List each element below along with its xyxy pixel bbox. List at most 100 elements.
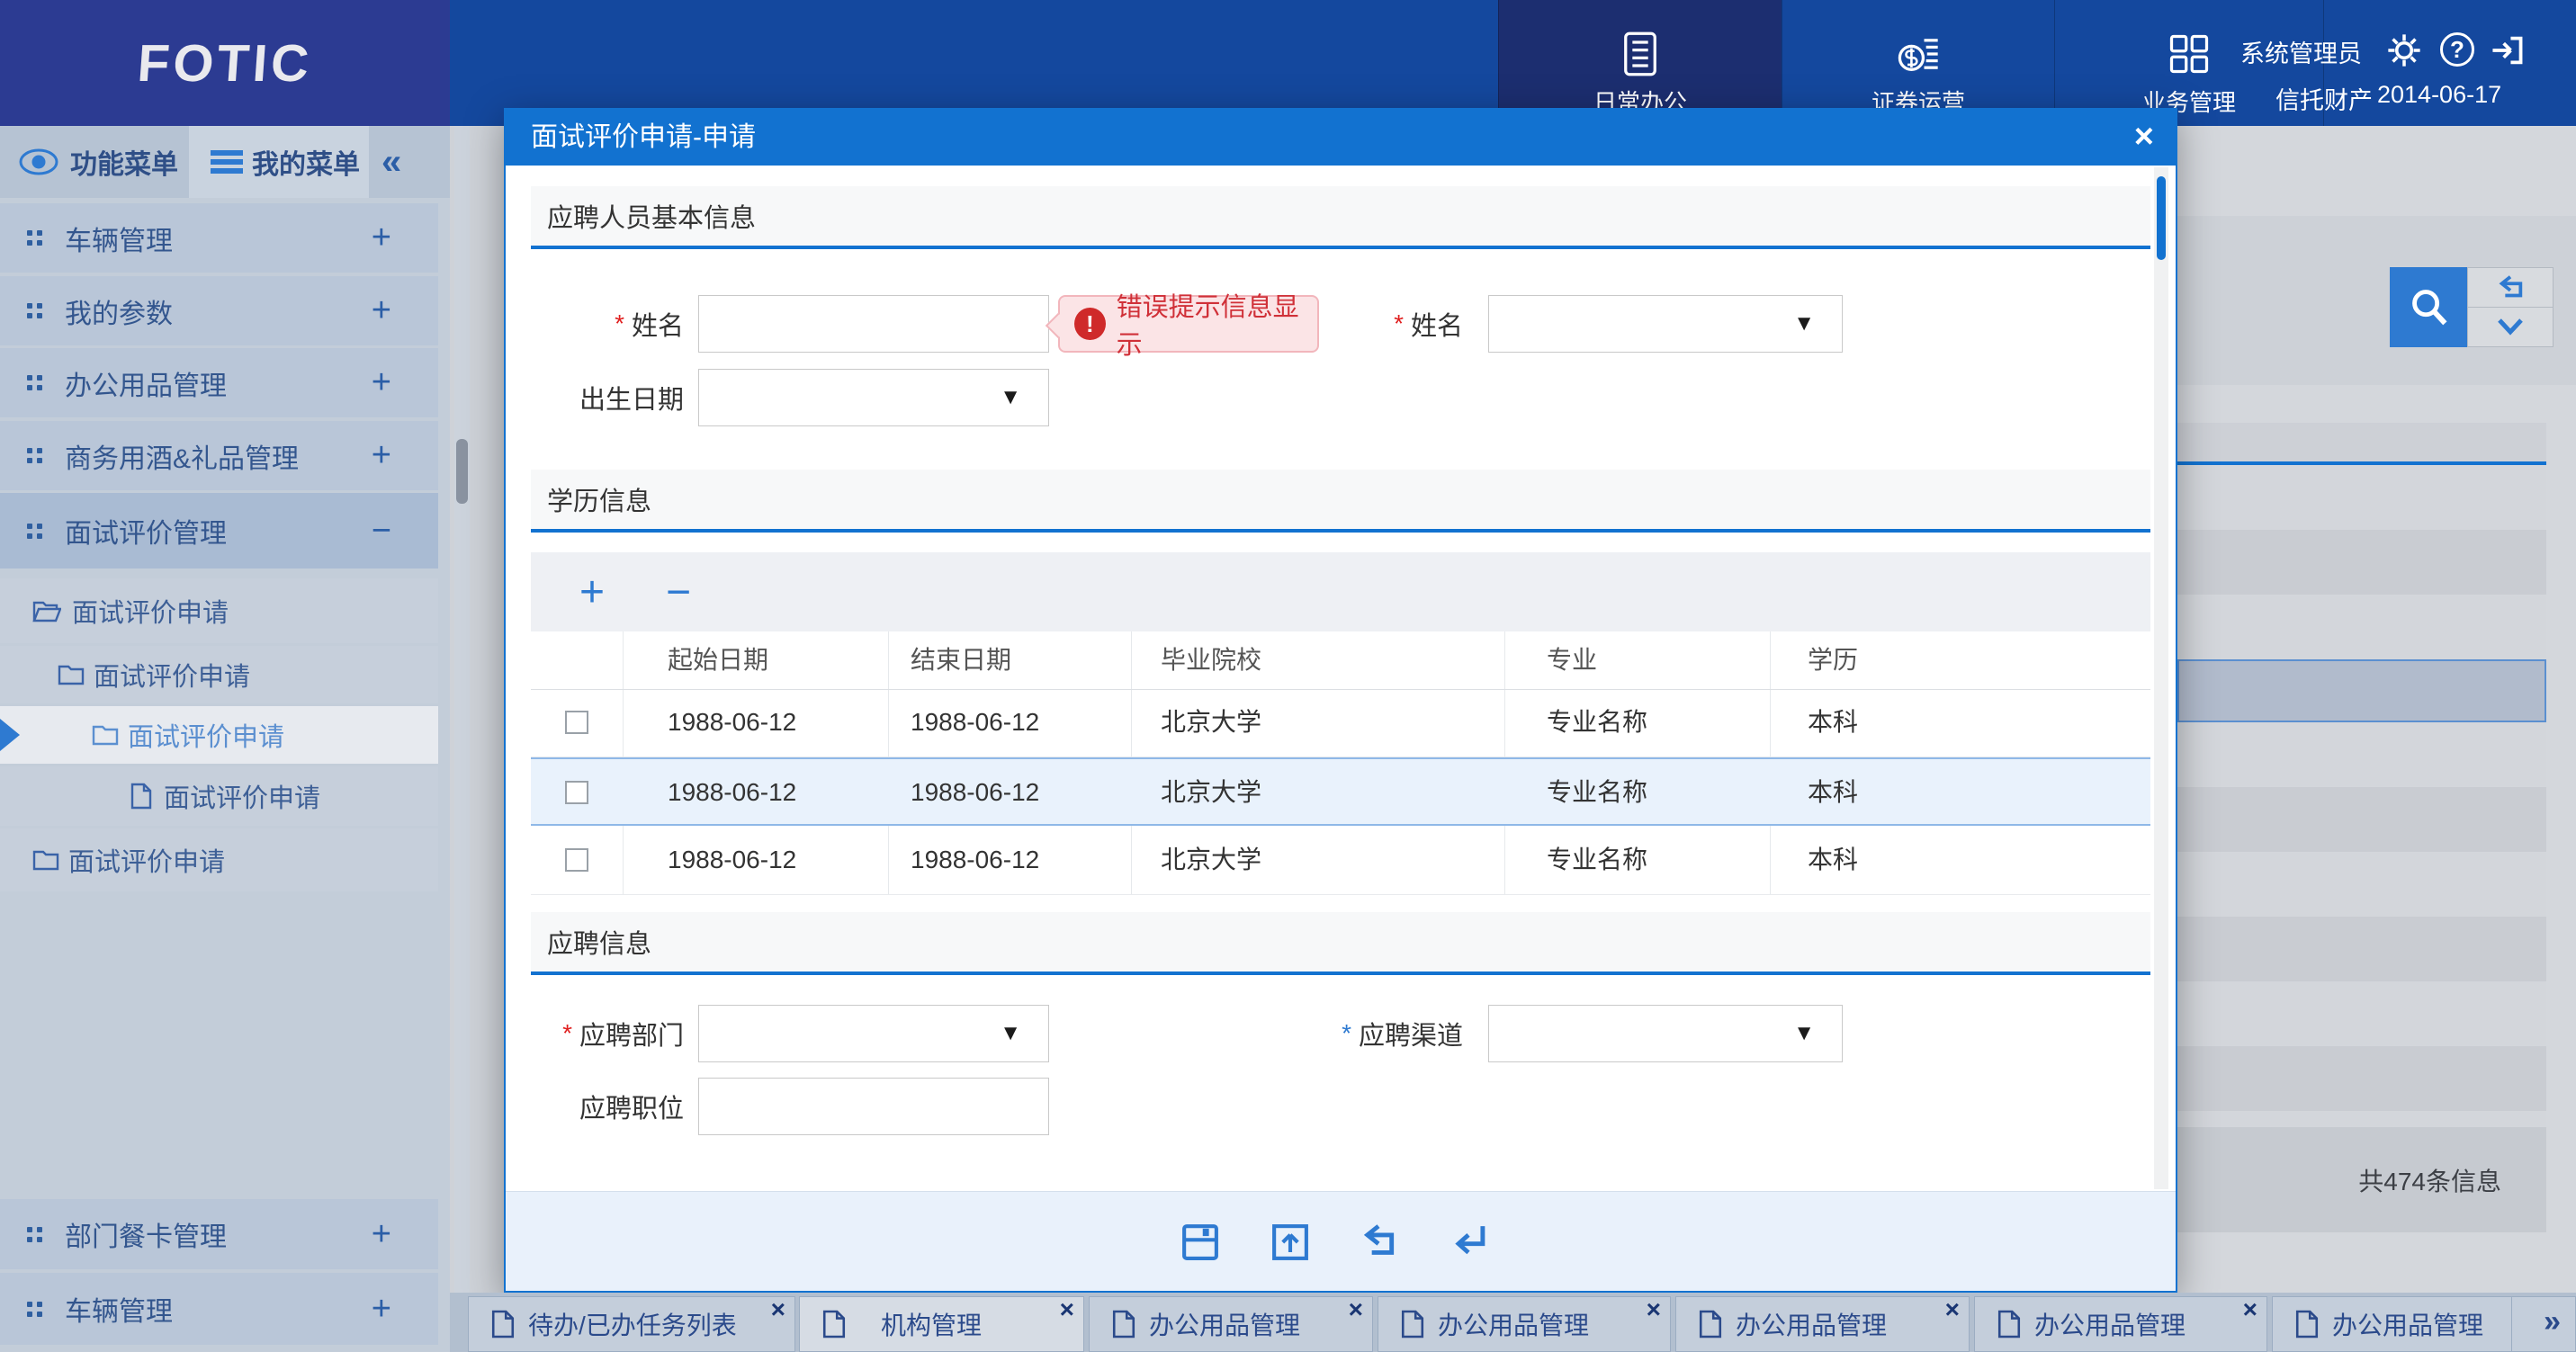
expand-plus-icon[interactable]: + xyxy=(372,1215,391,1254)
logout-icon xyxy=(2489,32,2525,68)
save-button[interactable] xyxy=(1180,1222,1220,1262)
modal-scrollbar-thumb[interactable] xyxy=(2157,176,2166,260)
remove-row-button[interactable]: − xyxy=(650,552,707,631)
tab-close-icon[interactable]: × xyxy=(1647,1295,1661,1324)
tab-function-menu[interactable]: 功能菜单 xyxy=(0,126,189,198)
enter-button[interactable] xyxy=(1449,1222,1488,1262)
modal-close-button[interactable]: × xyxy=(2134,110,2154,164)
apply-position-input[interactable] xyxy=(698,1078,1049,1135)
tree-item-interview-eval-request-4[interactable]: 面试评价申请 xyxy=(0,766,438,826)
name2-select[interactable]: ▼ xyxy=(1488,295,1843,353)
required-marker-blue: * xyxy=(1342,1019,1351,1048)
modal-footer xyxy=(506,1191,2176,1291)
drag-dots-icon xyxy=(27,375,42,390)
task-tab-todo-list[interactable]: 待办/已办任务列表 × xyxy=(468,1296,795,1352)
expand-plus-icon[interactable]: + xyxy=(372,291,391,330)
undo-icon xyxy=(1359,1222,1398,1258)
tab-close-icon[interactable]: × xyxy=(1060,1295,1074,1324)
task-tab-org-mgmt[interactable]: 机构管理 × xyxy=(799,1296,1084,1352)
field-label-apply-dept: * 应聘部门 xyxy=(542,1005,684,1062)
education-table: 起始日期 结束日期 毕业院校 专业 学历 1988-06-12 1988-06-… xyxy=(531,631,2150,895)
nav-securities-ops[interactable]: 证券运营 xyxy=(1782,0,2054,126)
expand-plus-icon[interactable]: + xyxy=(372,363,391,402)
undo-button[interactable] xyxy=(1359,1222,1398,1262)
expand-filters-button[interactable] xyxy=(2468,308,2553,347)
sidebar-collapse-button[interactable]: « xyxy=(381,139,401,185)
tab-close-icon[interactable]: × xyxy=(771,1295,785,1324)
expand-plus-icon[interactable]: + xyxy=(372,436,391,475)
sidebar-item-interview-eval-mgmt[interactable]: 面试评价管理 − xyxy=(0,493,438,569)
submit-button[interactable] xyxy=(1270,1222,1310,1262)
bg-table-row xyxy=(2177,465,2546,530)
expand-plus-icon[interactable]: + xyxy=(372,1290,391,1329)
tab-function-menu-label: 功能菜单 xyxy=(70,142,178,182)
tree-item-interview-eval-request-1[interactable]: 面试评价申请 xyxy=(0,578,438,643)
file-icon xyxy=(821,1309,847,1339)
logout-button[interactable] xyxy=(2489,32,2525,73)
collapse-minus-icon[interactable]: − xyxy=(372,512,391,551)
expand-plus-icon[interactable]: + xyxy=(372,219,391,257)
sidebar-item-business-wine-gifts[interactable]: 商务用酒&礼品管理 + xyxy=(0,421,438,490)
error-tooltip: ! 错误提示信息显示 xyxy=(1058,295,1319,353)
tab-overflow-button[interactable]: » xyxy=(2544,1304,2561,1339)
task-tab-office-supplies-1[interactable]: 办公用品管理 × xyxy=(1089,1296,1373,1352)
dropdown-caret-icon: ▼ xyxy=(1793,1021,1815,1046)
row-checkbox[interactable] xyxy=(565,848,588,872)
tree-item-interview-eval-request-5[interactable]: 面试评价申请 xyxy=(0,828,438,891)
col-end-date: 结束日期 xyxy=(911,631,1011,689)
required-marker: * xyxy=(615,309,624,338)
birthdate-select[interactable]: ▼ xyxy=(698,369,1049,426)
tab-close-icon[interactable]: × xyxy=(2243,1295,2257,1324)
record-count: 共474条信息 xyxy=(2358,1162,2501,1198)
col-start-date: 起始日期 xyxy=(668,631,768,689)
file-icon xyxy=(2294,1309,2320,1339)
tree-item-interview-eval-request-3-selected[interactable]: 面试评价申请 xyxy=(0,706,438,764)
tooltip-arrow xyxy=(1046,313,1071,338)
task-tab-office-supplies-3[interactable]: 办公用品管理 × xyxy=(1675,1296,1970,1352)
task-tab-office-supplies-4[interactable]: 办公用品管理 × xyxy=(1974,1296,2267,1352)
settings-button[interactable] xyxy=(2386,32,2422,73)
nav-daily-office[interactable]: 日常办公 xyxy=(1498,0,1782,126)
section-basic-info: 应聘人员基本信息 xyxy=(531,186,2150,249)
name1-input[interactable] xyxy=(698,295,1049,353)
bg-table-row xyxy=(2177,981,2546,1046)
coin-stack-icon xyxy=(1895,31,1942,77)
row-checkbox[interactable] xyxy=(565,781,588,804)
table-row[interactable]: 1988-06-12 1988-06-12 北京大学 专业名称 本科 xyxy=(531,689,2150,757)
tab-close-icon[interactable]: × xyxy=(1945,1295,1960,1324)
apply-channel-select[interactable]: ▼ xyxy=(1488,1005,1843,1062)
drag-dots-icon xyxy=(27,448,42,463)
apply-dept-select[interactable]: ▼ xyxy=(698,1005,1049,1062)
pagination-bar: 共474条信息 xyxy=(2177,1127,2546,1232)
help-button[interactable]: ? xyxy=(2440,32,2474,67)
tab-my-menu[interactable]: 我的菜单 xyxy=(189,126,369,198)
bg-table-row xyxy=(2177,1046,2546,1111)
col-degree: 学历 xyxy=(1808,631,1858,689)
sidebar-item-vehicle-mgmt-2[interactable]: 车辆管理 + xyxy=(0,1273,438,1345)
search-button[interactable] xyxy=(2390,267,2467,347)
task-tab-office-supplies-5[interactable]: 办公用品管理 » xyxy=(2272,1296,2576,1352)
modal-scrollbar[interactable] xyxy=(2154,167,2168,1189)
background-page: 共474条信息 xyxy=(2177,126,2576,1293)
section-education-info: 学历信息 xyxy=(531,470,2150,533)
tab-close-icon[interactable]: × xyxy=(1349,1295,1363,1324)
sidebar-scrollbar[interactable] xyxy=(454,126,470,1293)
sidebar-item-dept-meal-card[interactable]: 部门餐卡管理 + xyxy=(0,1199,438,1269)
sidebar-item-my-params[interactable]: 我的参数 + xyxy=(0,276,438,345)
sidebar-item-vehicle-mgmt[interactable]: 车辆管理 + xyxy=(0,203,438,273)
selected-marker-triangle xyxy=(0,719,20,751)
folder-icon xyxy=(92,724,119,746)
row-checkbox[interactable] xyxy=(565,711,588,734)
modal-titlebar: 面试评价申请-申请 × xyxy=(506,110,2176,166)
upload-icon xyxy=(1270,1222,1310,1262)
add-row-button[interactable]: + xyxy=(563,552,621,631)
reset-button[interactable] xyxy=(2468,268,2553,308)
table-row-highlighted[interactable]: 1988-06-12 1988-06-12 北京大学 专业名称 本科 xyxy=(531,757,2150,826)
table-row[interactable]: 1988-06-12 1988-06-12 北京大学 专业名称 本科 xyxy=(531,827,2150,895)
tree-item-interview-eval-request-2[interactable]: 面试评价申请 xyxy=(0,646,438,703)
bg-table-header xyxy=(2177,423,2546,461)
user-dept: 信托财产 xyxy=(2275,81,2362,116)
task-tab-office-supplies-2[interactable]: 办公用品管理 × xyxy=(1378,1296,1671,1352)
sidebar-item-office-supplies[interactable]: 办公用品管理 + xyxy=(0,348,438,417)
sidebar-scrollbar-thumb[interactable] xyxy=(456,439,468,504)
